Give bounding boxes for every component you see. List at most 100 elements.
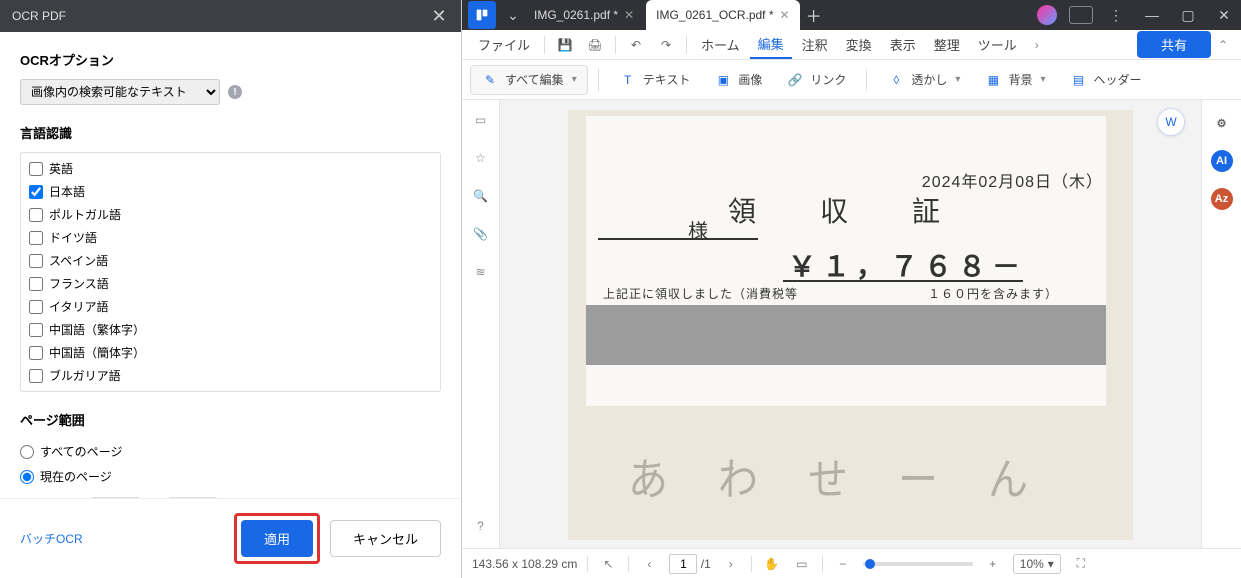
lang-item-7[interactable]: 中国語（繁体字） [27,318,434,341]
tab-2-label: IMG_0261_OCR.pdf * [656,8,773,22]
lang-item-5[interactable]: フランス語 [27,272,434,295]
range-all-row[interactable]: すべてのページ [20,439,441,464]
attachment-icon[interactable]: 📎 [471,224,491,244]
menu-home[interactable]: ホーム [693,31,748,58]
lang-item-2[interactable]: ポルトガル語 [27,203,434,226]
menu-tools[interactable]: ツール [970,31,1025,58]
redo-icon[interactable]: ↷ [652,32,680,58]
settings-icon[interactable]: ⚙ [1211,112,1233,134]
translate-button[interactable]: Az [1211,188,1233,210]
lang-checkbox[interactable] [29,346,43,360]
layers-icon[interactable]: ≋ [471,262,491,282]
lang-label: イタリア語 [49,298,109,315]
tab-2[interactable]: IMG_0261_OCR.pdf * ✕ [646,0,799,30]
lang-checkbox[interactable] [29,300,43,314]
help-icon[interactable]: ? [471,516,491,536]
document-page: 2024年02月08日（木） 領 収 証 様 ￥１，７６８－ 上記正に領収しまし… [568,110,1133,540]
lang-item-0[interactable]: 英語 [27,157,434,180]
bookmark-icon[interactable]: ☆ [471,148,491,168]
lang-checkbox[interactable] [29,392,43,393]
background-button[interactable]: ▦背景▾ [974,66,1055,94]
batch-ocr-link[interactable]: バッチOCR [20,530,83,547]
header-button[interactable]: ▤ヘッダー [1059,66,1151,94]
lang-item-10[interactable]: カタロニア語 [27,387,434,392]
zoom-select[interactable]: 10% ▾ [1013,554,1061,574]
lang-checkbox[interactable] [29,162,43,176]
page-input[interactable] [669,554,697,574]
more-icon[interactable]: ⋮ [1099,0,1133,30]
fit-icon[interactable]: ▭ [792,554,812,574]
undo-icon[interactable]: ↶ [622,32,650,58]
text-button[interactable]: Tテキスト [609,66,701,94]
collapse-ribbon-icon[interactable]: ⌃ [1213,38,1233,52]
chevron-down-icon[interactable]: ⌄ [504,0,522,30]
zoom-in-icon[interactable]: + [983,554,1003,574]
lang-item-1[interactable]: 日本語 [27,180,434,203]
avatar[interactable] [1037,5,1057,25]
apply-button[interactable]: 適用 [241,520,313,557]
menu-convert[interactable]: 変換 [838,31,880,58]
app-logo-icon[interactable] [468,1,496,29]
window-mode-icon[interactable] [1069,6,1093,24]
right-rail: ⚙ AI Az [1201,100,1241,548]
save-icon[interactable]: 💾 [551,32,579,58]
tab-2-close-icon[interactable]: ✕ [780,8,790,22]
maximize-button[interactable]: ▢ [1171,0,1205,30]
info-icon[interactable]: ! [228,85,242,99]
image-button[interactable]: ▣画像 [704,66,772,94]
edit-toolbar: ✎ すべて編集 ▾ Tテキスト ▣画像 🔗リンク ◊透かし▾ ▦背景▾ ▤ヘッダ… [462,60,1241,100]
lang-item-8[interactable]: 中国語（簡体字） [27,341,434,364]
prev-page-icon[interactable]: ‹ [639,554,659,574]
pointer-icon[interactable]: ↖ [598,554,618,574]
lang-label: ポルトガル語 [49,206,121,223]
share-button[interactable]: 共有 [1137,31,1211,58]
range-current-radio[interactable] [20,470,34,484]
window-close-button[interactable]: ✕ [1207,0,1241,30]
range-current-row[interactable]: 現在のページ [20,464,441,489]
print-icon[interactable]: 🖨 [581,32,609,58]
tab-1[interactable]: IMG_0261.pdf * ✕ [524,0,644,30]
lang-label: スペイン語 [49,252,108,269]
watermark-button[interactable]: ◊透かし▾ [877,66,970,94]
range-custom-row[interactable]: 範囲 ～ / 1 [20,489,441,498]
lang-checkbox[interactable] [29,208,43,222]
ocr-mode-select[interactable]: 画像内の検索可能なテキスト [20,79,220,105]
menu-file[interactable]: ファイル [470,31,538,58]
new-tab-button[interactable]: ＋ [802,3,826,27]
lang-checkbox[interactable] [29,323,43,337]
lang-checkbox[interactable] [29,369,43,383]
lang-checkbox[interactable] [29,254,43,268]
fullscreen-icon[interactable]: ⛶ [1071,554,1091,574]
zoom-out-icon[interactable]: − [833,554,853,574]
document-canvas[interactable]: 2024年02月08日（木） 領 収 証 様 ￥１，７６８－ 上記正に領収しまし… [500,100,1201,548]
menu-view[interactable]: 表示 [882,31,924,58]
menu-comment[interactable]: 注釈 [794,31,836,58]
search-icon[interactable]: 🔍 [471,186,491,206]
menu-more-icon[interactable]: › [1027,38,1047,52]
link-button[interactable]: 🔗リンク [776,66,856,94]
next-page-icon[interactable]: › [721,554,741,574]
minimize-button[interactable]: ― [1135,0,1169,30]
language-list[interactable]: 英語日本語ポルトガル語ドイツ語スペイン語フランス語イタリア語中国語（繁体字）中国… [20,152,441,392]
menu-edit[interactable]: 編集 [750,30,792,59]
lang-item-9[interactable]: ブルガリア語 [27,364,434,387]
lang-checkbox[interactable] [29,231,43,245]
hand-icon[interactable]: ✋ [762,554,782,574]
lang-item-6[interactable]: イタリア語 [27,295,434,318]
close-icon[interactable]: ✕ [429,6,449,27]
word-export-icon[interactable]: W [1157,108,1185,136]
tab-1-close-icon[interactable]: ✕ [624,8,634,22]
menubar: ファイル 💾 🖨 ↶ ↷ ホーム 編集 注釈 変換 表示 整理 ツール › 共有… [462,30,1241,60]
zoom-slider[interactable] [863,562,973,566]
lang-checkbox[interactable] [29,277,43,291]
ai-button[interactable]: AI [1211,150,1233,172]
image-label: 画像 [738,71,762,88]
menu-organize[interactable]: 整理 [926,31,968,58]
lang-checkbox[interactable] [29,185,43,199]
lang-item-4[interactable]: スペイン語 [27,249,434,272]
thumbnails-icon[interactable]: ▭ [471,110,491,130]
range-all-radio[interactable] [20,445,34,459]
lang-item-3[interactable]: ドイツ語 [27,226,434,249]
edit-all-button[interactable]: ✎ すべて編集 ▾ [470,65,588,95]
cancel-button[interactable]: キャンセル [330,520,441,557]
